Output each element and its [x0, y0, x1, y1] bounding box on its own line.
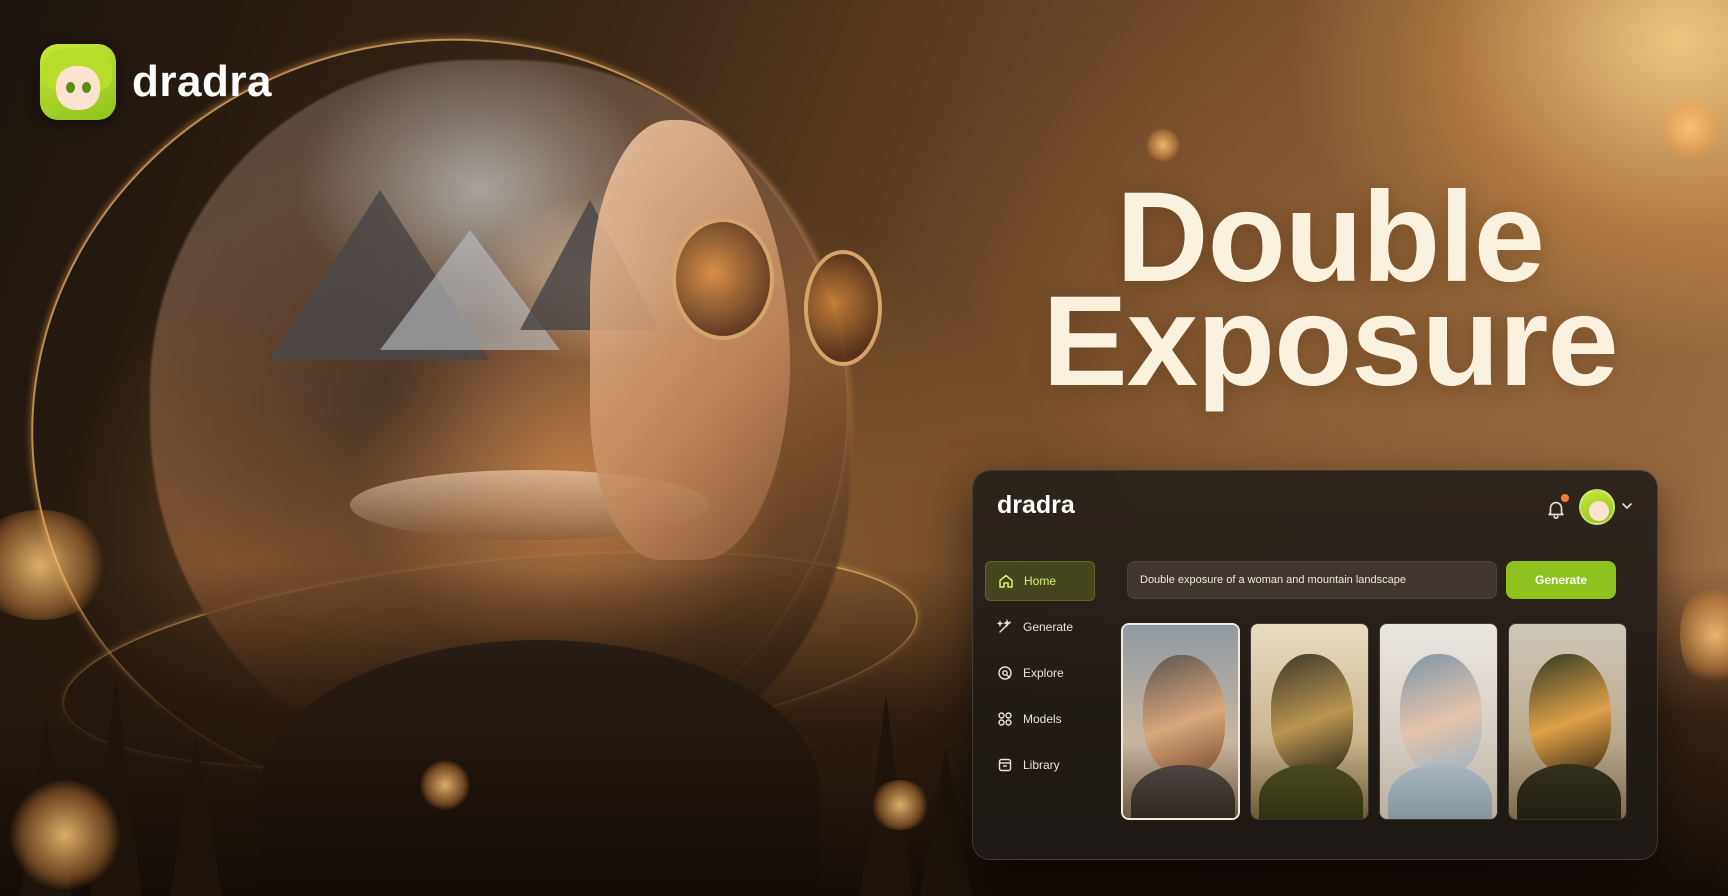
- sunglasses-lens: [804, 250, 882, 366]
- sidebar-item-label: Generate: [1023, 620, 1074, 634]
- chevron-down-icon[interactable]: [1621, 501, 1633, 511]
- bokeh-light: [10, 780, 120, 890]
- sunglasses-lens: [672, 218, 774, 340]
- sidebar-item-label: Library: [1023, 758, 1060, 772]
- tree: [170, 736, 222, 896]
- generate-icon: [997, 619, 1012, 633]
- bokeh-light: [870, 780, 930, 830]
- library-icon: [998, 758, 1012, 772]
- home-icon: [999, 574, 1013, 588]
- promo-banner: dradra Double Exposure dradra Home Gener…: [0, 0, 1728, 896]
- sidebar-item-models[interactable]: Models: [985, 699, 1095, 739]
- sidebar-item-label: Home: [1024, 574, 1057, 588]
- sidebar-item-label: Models: [1023, 712, 1062, 726]
- sidebar-item-label: Explore: [1023, 666, 1064, 680]
- bokeh-light: [420, 760, 470, 810]
- gallery-thumbnail[interactable]: [1508, 623, 1627, 820]
- headline: Double Exposure: [1040, 174, 1620, 413]
- anime-avatar-icon: [40, 44, 116, 120]
- sidebar-item-home[interactable]: Home: [985, 561, 1095, 601]
- sidebar-nav: Home Generate Explore Models Library: [985, 561, 1095, 791]
- bokeh-light: [1146, 128, 1180, 162]
- notification-dot: [1561, 494, 1569, 502]
- headline-line-2: Exposure: [1042, 270, 1618, 413]
- generate-button[interactable]: Generate: [1506, 561, 1616, 599]
- gallery-thumbnail[interactable]: [1250, 623, 1369, 820]
- brand-name: dradra: [132, 57, 272, 106]
- brand: dradra: [40, 44, 272, 120]
- sidebar-item-library[interactable]: Library: [985, 745, 1095, 785]
- image-gallery: [1121, 623, 1627, 820]
- gallery-thumbnail[interactable]: [1379, 623, 1498, 820]
- avatar[interactable]: [1579, 489, 1615, 525]
- app-logo[interactable]: dradra: [997, 491, 1075, 520]
- models-icon: [998, 712, 1012, 726]
- explore-icon: [998, 666, 1012, 680]
- bokeh-light: [1660, 98, 1720, 158]
- gallery-thumbnail[interactable]: [1121, 623, 1240, 820]
- tree: [920, 746, 972, 896]
- sidebar-item-generate[interactable]: Generate: [985, 607, 1095, 647]
- app-window: dradra Home Generate Explore Models Libr…: [972, 470, 1658, 860]
- prompt-input[interactable]: [1127, 561, 1497, 599]
- sidebar-item-explore[interactable]: Explore: [985, 653, 1095, 693]
